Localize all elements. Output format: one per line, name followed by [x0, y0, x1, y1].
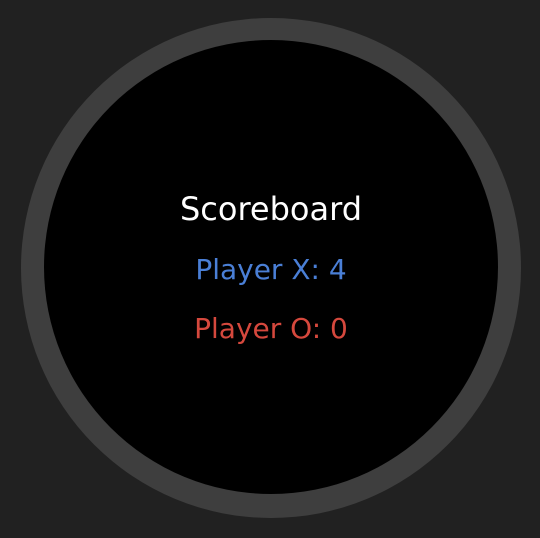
- scoreboard-title: Scoreboard: [179, 190, 363, 228]
- watch-background: Scoreboard Player X: 4 Player O: 0: [0, 0, 540, 538]
- player-o-score: Player O: 0: [194, 312, 348, 345]
- watch-screen: Scoreboard Player X: 4 Player O: 0: [44, 40, 498, 494]
- scoreboard-panel: Scoreboard Player X: 4 Player O: 0: [44, 40, 498, 494]
- player-x-score: Player X: 4: [195, 253, 347, 286]
